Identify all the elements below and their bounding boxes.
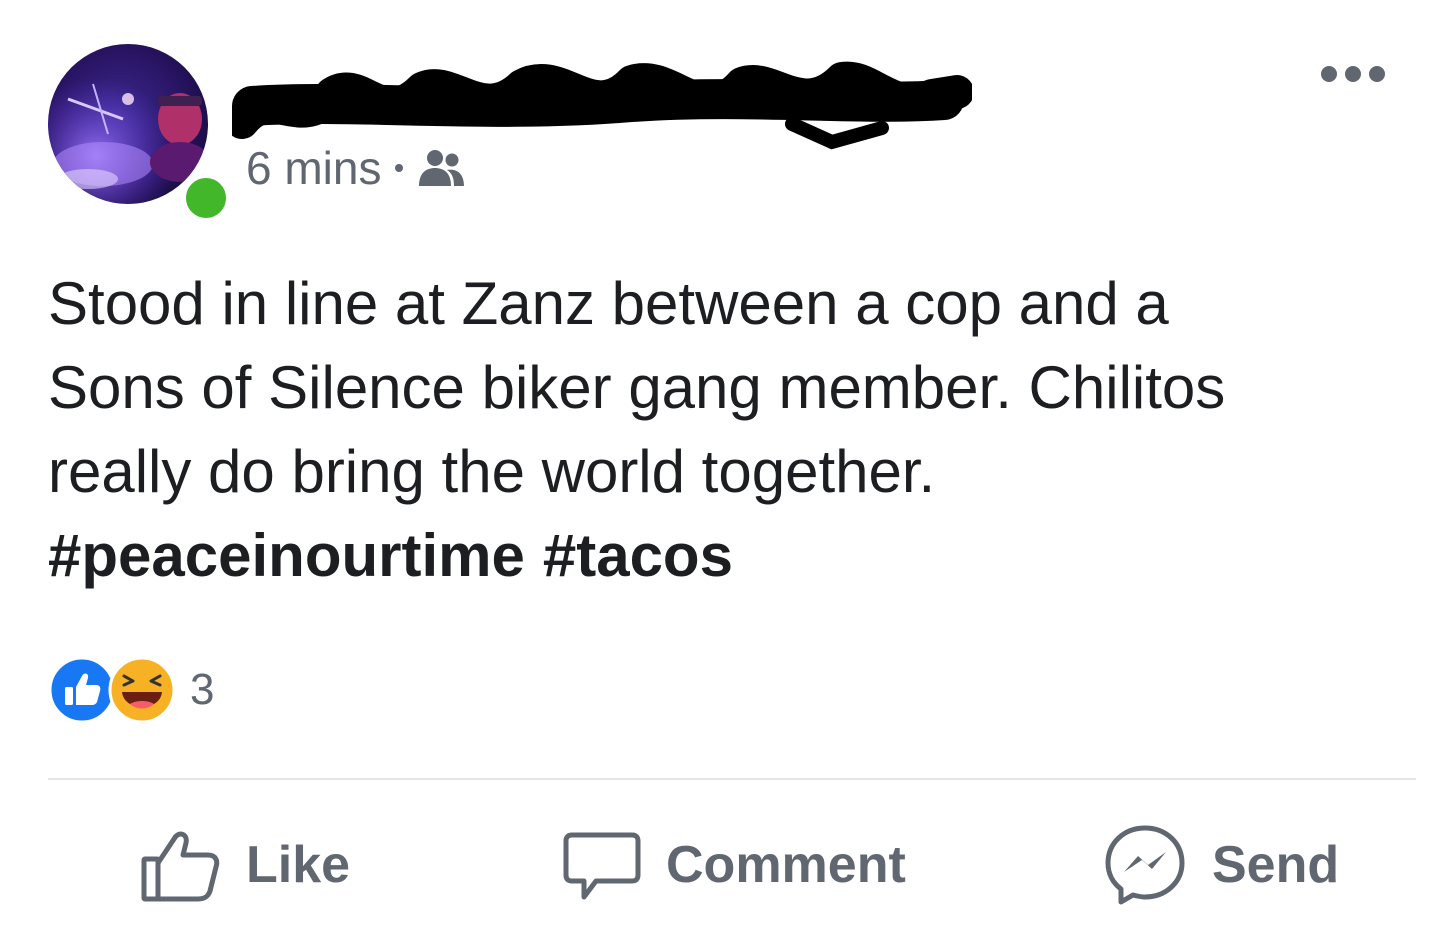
messenger-icon bbox=[1105, 825, 1185, 905]
author-name-redacted[interactable] bbox=[232, 44, 972, 154]
haha-reaction-icon bbox=[108, 656, 176, 724]
like-label: Like bbox=[246, 836, 351, 894]
facebook-post: 6 mins Stood in line at Zanz between a c… bbox=[0, 0, 1440, 937]
like-reaction-icon bbox=[48, 656, 116, 724]
more-dot bbox=[1321, 66, 1337, 82]
post-meta: 6 mins bbox=[246, 140, 465, 196]
avatar-photo bbox=[48, 44, 208, 204]
meta-separator-dot bbox=[395, 164, 404, 172]
post-timestamp[interactable]: 6 mins bbox=[246, 141, 381, 195]
comment-label: Comment bbox=[666, 836, 906, 894]
comment-icon bbox=[563, 832, 641, 900]
comment-button[interactable]: Comment bbox=[562, 810, 906, 920]
reaction-count: 3 bbox=[190, 665, 215, 714]
avatar-image bbox=[48, 44, 208, 204]
reaction-summary[interactable]: 3 bbox=[48, 656, 214, 724]
more-options-icon[interactable] bbox=[1310, 54, 1396, 94]
online-status-indicator bbox=[179, 171, 233, 225]
send-button[interactable]: Send bbox=[1102, 810, 1339, 920]
more-dot bbox=[1345, 66, 1361, 82]
post-text-line: Sons of Silence biker gang member. Chili… bbox=[48, 354, 1226, 421]
post-body: Stood in line at Zanz between a cop and … bbox=[48, 262, 1388, 598]
hashtag-link[interactable]: #tacos bbox=[543, 522, 733, 589]
like-button[interactable]: Like bbox=[138, 810, 350, 920]
thumbs-up-icon bbox=[141, 831, 220, 902]
post-text-line: Stood in line at Zanz between a cop and … bbox=[48, 270, 1169, 337]
action-divider bbox=[48, 778, 1416, 780]
author-avatar[interactable] bbox=[48, 44, 233, 225]
hashtag-row: #peaceinourtime #tacos bbox=[48, 514, 1388, 598]
more-dot bbox=[1369, 66, 1385, 82]
post-action-bar: Like Comment Send bbox=[0, 810, 1440, 920]
friends-icon[interactable] bbox=[417, 148, 465, 188]
send-label: Send bbox=[1212, 836, 1340, 894]
hashtag-link[interactable]: #peaceinourtime bbox=[48, 522, 525, 589]
post-text-line: really do bring the world together. bbox=[48, 438, 936, 505]
